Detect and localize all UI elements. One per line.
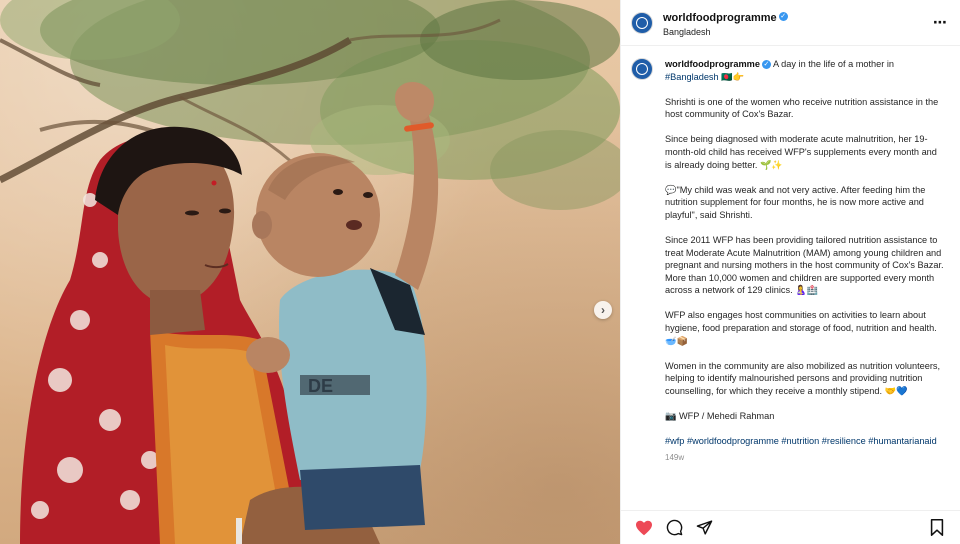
caption-intro: worldfoodprogramme ✓ A day in the life of… [665,58,946,83]
caption-text: worldfoodprogramme ✓ A day in the life of… [665,58,946,510]
caption-paragraph: Shrishti is one of the women who receive… [665,96,939,120]
instagram-post-viewer: DE › worldfoodprogramme ✓ Bangladesh ⋯ w… [0,0,960,544]
caption-paragraph: Since being diagnosed with moderate acut… [665,134,937,170]
photo-illustration: DE [0,0,620,544]
hashtag-bangladesh[interactable]: #Bangladesh [665,72,719,82]
verified-badge-icon: ✓ [778,12,788,22]
caption-hashtags[interactable]: #wfp #worldfoodprogramme #nutrition #res… [665,435,946,448]
caption-author-avatar[interactable] [631,58,653,80]
caption-paragraph: Women in the community are also mobilize… [665,360,941,396]
post-header: worldfoodprogramme ✓ Bangladesh ⋯ [621,0,960,46]
post-side-panel: worldfoodprogramme ✓ Bangladesh ⋯ worldfo… [620,0,960,544]
share-icon[interactable] [693,517,715,539]
post-actions-bar [621,510,960,544]
comment-icon[interactable] [663,517,685,539]
wfp-logo-icon [636,63,648,75]
caption-author-username[interactable]: worldfoodprogramme [665,59,760,69]
photo-credit: 📷 WFP / Mehedi Rahman [665,410,775,421]
caption-paragraph: WFP also engages host communities on act… [665,310,937,346]
heart-icon[interactable] [633,517,655,539]
bookmark-icon[interactable] [926,517,948,539]
author-info: worldfoodprogramme ✓ Bangladesh [663,7,933,38]
caption-intro-text: A day in the life of a mother in [773,59,895,69]
more-dots-icon[interactable]: ⋯ [933,14,948,31]
post-location[interactable]: Bangladesh [663,27,933,38]
post-timestamp[interactable]: 149w [665,452,946,465]
carousel-next-button[interactable]: › [594,301,612,319]
caption-intro-emoji: 🇧🇩👉 [721,71,745,82]
svg-text:DE: DE [308,376,333,396]
author-avatar[interactable] [631,11,653,34]
wfp-logo-icon [636,16,648,29]
caption-paragraph: Since 2011 WFP has been providing tailor… [665,234,944,296]
verified-badge-icon: ✓ [761,60,771,70]
caption-paragraph: 💬"My child was weak and not very active.… [665,184,926,220]
caption-area: worldfoodprogramme ✓ A day in the life of… [621,46,960,510]
author-username[interactable]: worldfoodprogramme [663,12,777,24]
post-photo[interactable]: DE › [0,0,620,544]
